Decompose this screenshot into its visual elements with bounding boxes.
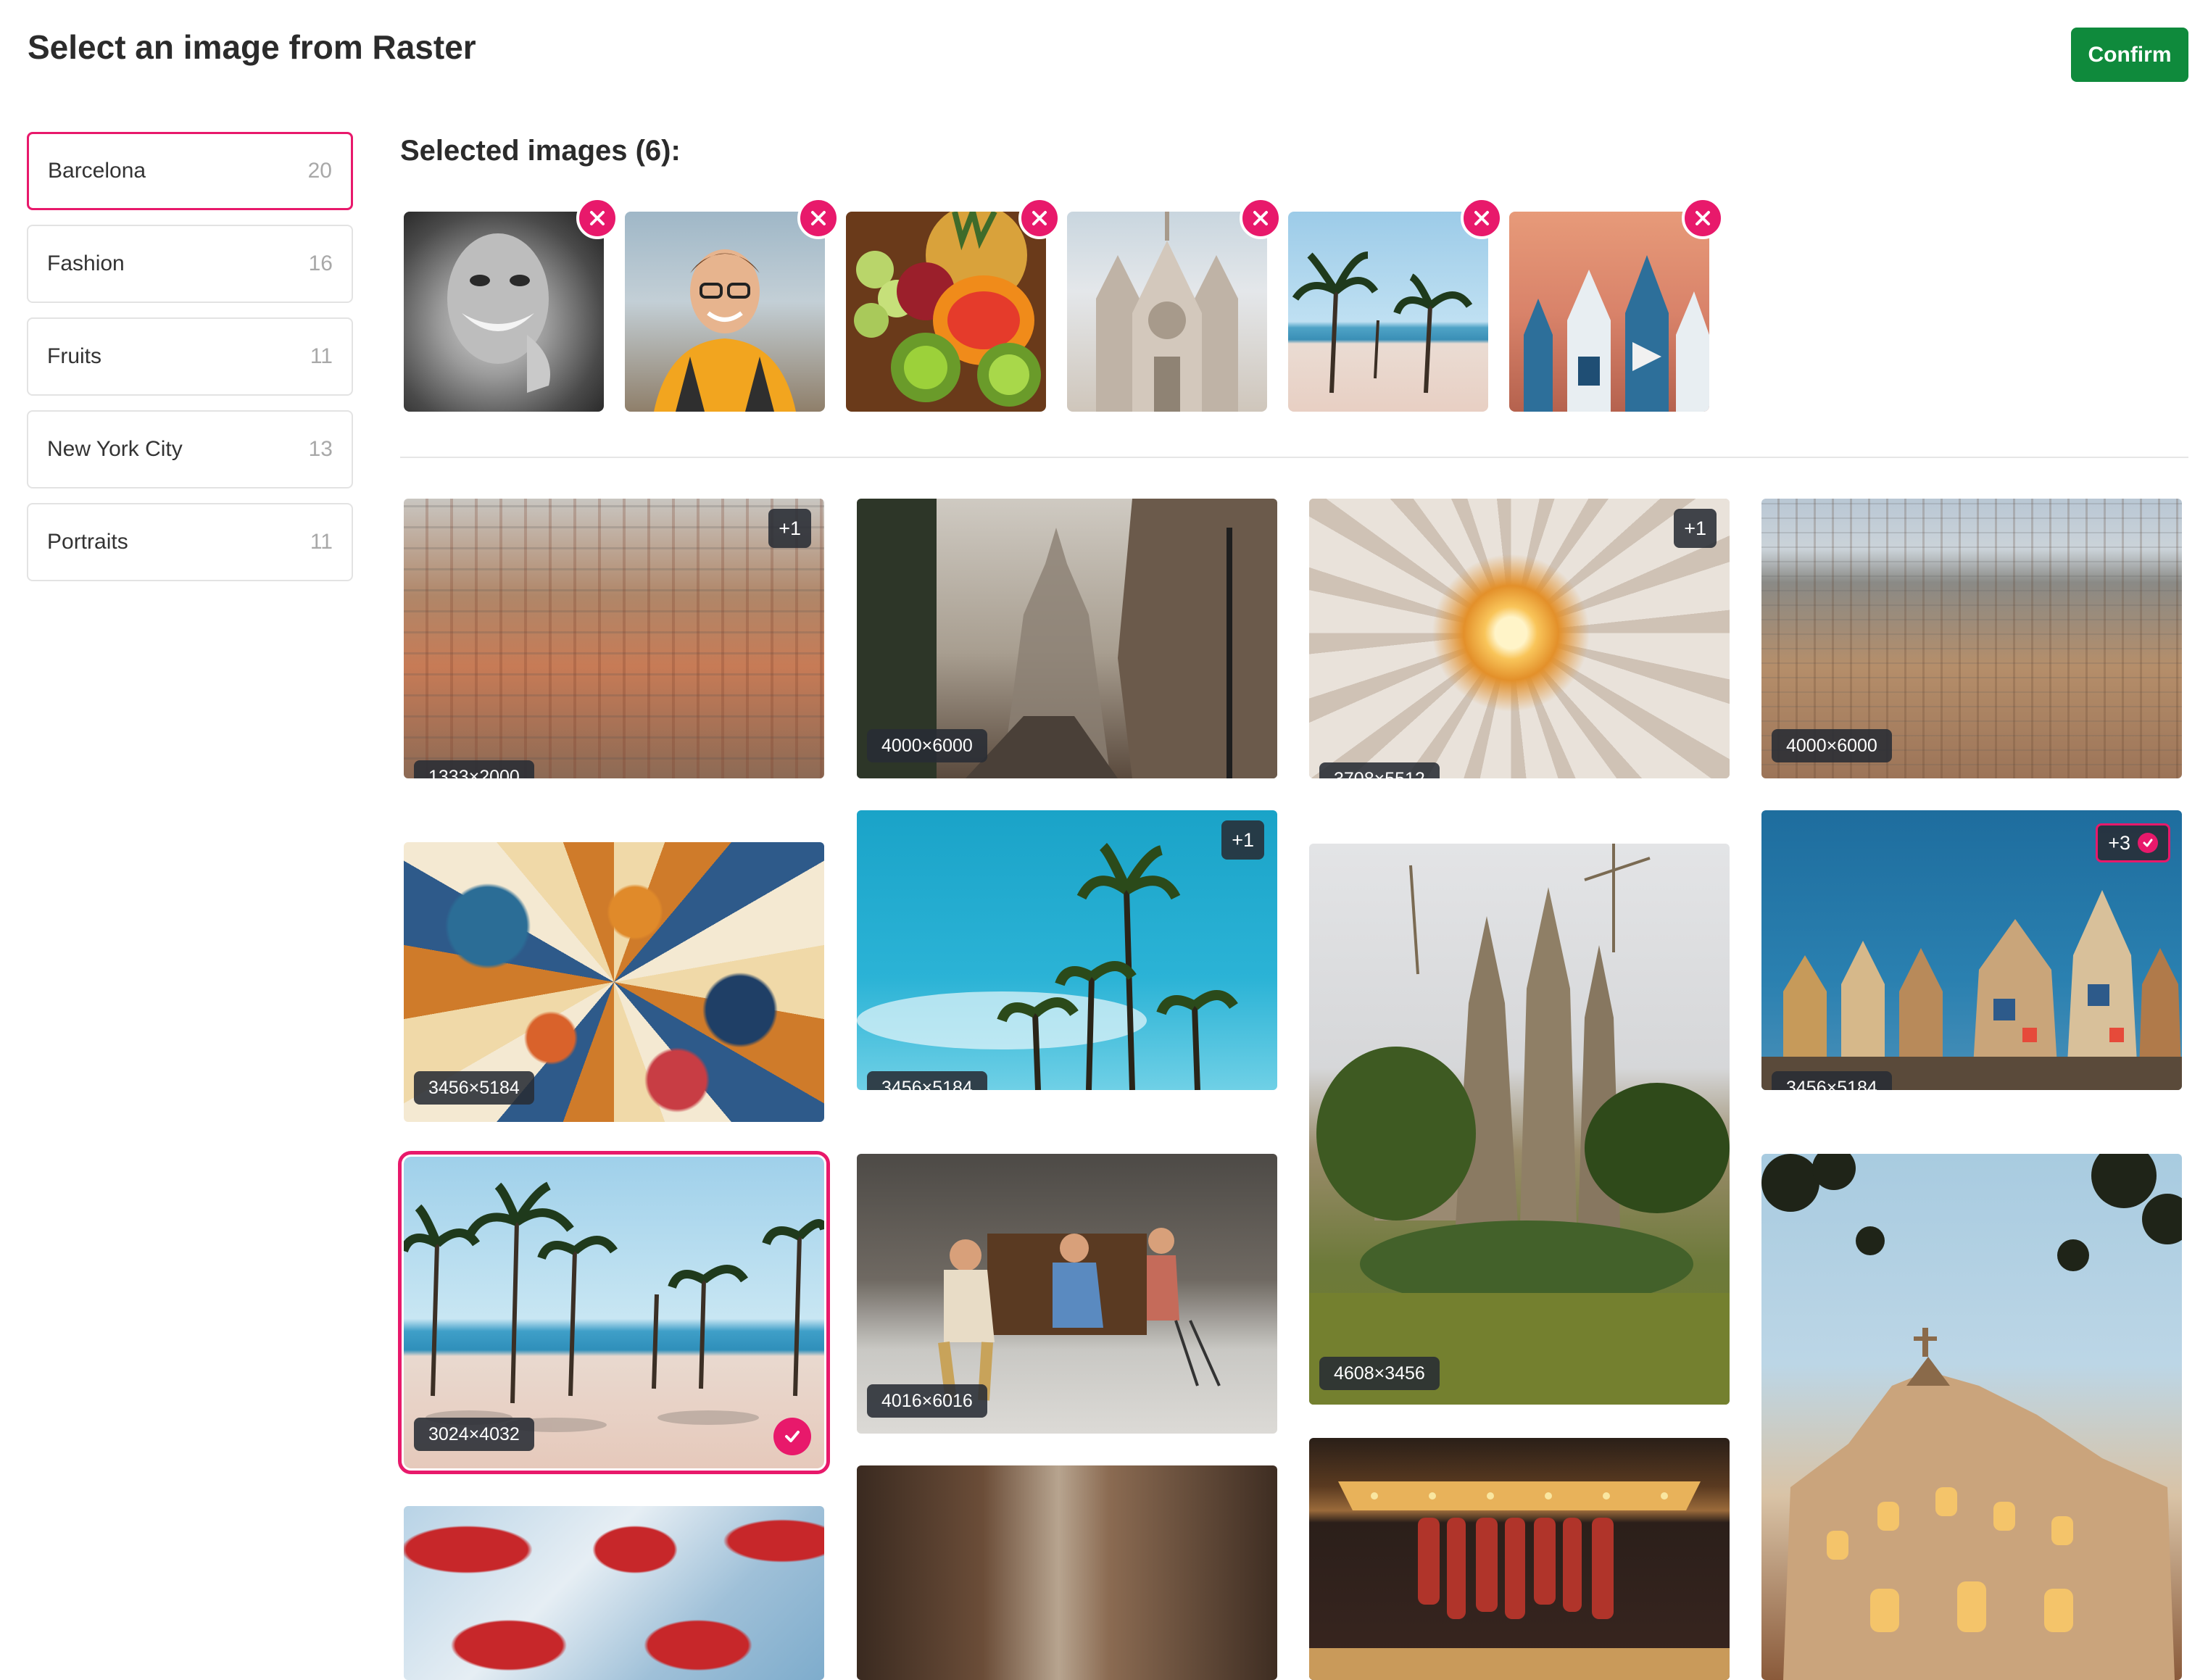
selected-thumb[interactable] [1288, 197, 1503, 412]
checkmark-icon [785, 1431, 800, 1442]
dimensions-badge: 3024×4032 [414, 1418, 534, 1451]
tile-image [857, 810, 1277, 1090]
image-tile[interactable]: 3456×5184 [404, 842, 824, 1122]
variant-count: +3 [2108, 832, 2130, 854]
dimensions-badge: 1333×2000 [414, 760, 534, 778]
selected-thumb[interactable] [1509, 197, 1724, 412]
thumb-image [1067, 212, 1267, 412]
thumb-image [625, 212, 825, 412]
dimensions-badge: 3456×5184 [1772, 1071, 1892, 1090]
thumb-image [846, 212, 1046, 412]
thumb-image [1288, 212, 1488, 412]
category-label: Barcelona [48, 159, 146, 183]
image-tile[interactable] [857, 1465, 1277, 1680]
image-tile[interactable]: +3 3456×5184 [1761, 810, 2182, 1090]
category-sidebar: Barcelona 20 Fashion 16 Fruits 11 New Yo… [27, 132, 353, 596]
thumb-image [404, 212, 604, 412]
variant-count-badge: +1 [768, 509, 811, 548]
thumb-image [1509, 212, 1709, 412]
remove-selected-button[interactable] [797, 197, 839, 239]
tile-image [857, 1465, 1277, 1680]
dimensions-badge: 4608×3456 [1319, 1357, 1440, 1390]
close-icon [590, 211, 605, 225]
tile-image [1761, 1154, 2182, 1680]
dimensions-badge: 4000×6000 [867, 729, 987, 762]
category-item-portraits[interactable]: Portraits 11 [27, 503, 353, 581]
selected-thumb[interactable] [404, 197, 618, 412]
tile-image [404, 499, 824, 778]
section-divider [400, 457, 2188, 458]
category-count: 13 [308, 437, 333, 461]
image-tile[interactable] [404, 1506, 824, 1680]
category-label: Fashion [47, 251, 125, 275]
image-tile-selected[interactable]: 3024×4032 [398, 1151, 830, 1474]
image-tile[interactable]: 4000×6000 [857, 499, 1277, 778]
image-tile[interactable]: +1 3456×5184 [857, 810, 1277, 1090]
selected-thumb[interactable] [625, 197, 839, 412]
category-item-fruits[interactable]: Fruits 11 [27, 317, 353, 396]
remove-selected-button[interactable] [1461, 197, 1503, 239]
image-tile[interactable]: +1 1333×2000 [404, 499, 824, 778]
category-count: 20 [307, 159, 332, 183]
close-icon [1253, 211, 1268, 225]
dimensions-badge: 4016×6016 [867, 1384, 987, 1418]
remove-selected-button[interactable] [576, 197, 618, 239]
category-label: New York City [47, 437, 183, 461]
category-count: 11 [310, 530, 333, 554]
confirm-button[interactable]: Confirm [2071, 28, 2188, 82]
category-count: 11 [310, 344, 333, 368]
selected-check-badge [773, 1418, 811, 1455]
close-icon [811, 211, 826, 225]
category-label: Portraits [47, 530, 128, 554]
tile-image [1309, 499, 1730, 778]
image-tile[interactable] [1309, 1438, 1730, 1680]
selected-images-heading: Selected images (6): [400, 135, 681, 167]
variant-count-badge: +1 [1221, 820, 1264, 860]
checkmark-icon [2138, 833, 2158, 853]
remove-selected-button[interactable] [1018, 197, 1061, 239]
close-icon [1696, 211, 1710, 225]
category-item-fashion[interactable]: Fashion 16 [27, 225, 353, 303]
tile-image [404, 1506, 824, 1680]
image-tile[interactable]: 4608×3456 [1309, 844, 1730, 1405]
category-count: 16 [308, 251, 333, 275]
image-tile[interactable]: 4016×6016 [857, 1154, 1277, 1434]
tile-image [1309, 844, 1730, 1405]
close-icon [1474, 211, 1489, 225]
selected-thumb[interactable] [1067, 197, 1282, 412]
variant-count-badge: +1 [1674, 509, 1717, 548]
selected-thumb[interactable] [846, 197, 1061, 412]
dimensions-badge: 3456×5184 [867, 1071, 987, 1090]
image-tile[interactable]: +1 3708×5512 [1309, 499, 1730, 778]
close-icon [1032, 211, 1047, 225]
remove-selected-button[interactable] [1240, 197, 1282, 239]
image-tile[interactable]: 4000×6000 [1761, 499, 2182, 778]
category-item-new-york-city[interactable]: New York City 13 [27, 410, 353, 488]
category-label: Fruits [47, 344, 101, 368]
dimensions-badge: 3456×5184 [414, 1071, 534, 1105]
variant-count-badge-selected: +3 [2096, 823, 2170, 862]
remove-selected-button[interactable] [1682, 197, 1724, 239]
image-tile[interactable] [1761, 1154, 2182, 1680]
dimensions-badge: 4000×6000 [1772, 729, 1892, 762]
dimensions-badge: 3708×5512 [1319, 762, 1440, 778]
category-item-barcelona[interactable]: Barcelona 20 [27, 132, 353, 210]
tile-image [1309, 1438, 1730, 1680]
page-title: Select an image from Raster [28, 28, 476, 66]
